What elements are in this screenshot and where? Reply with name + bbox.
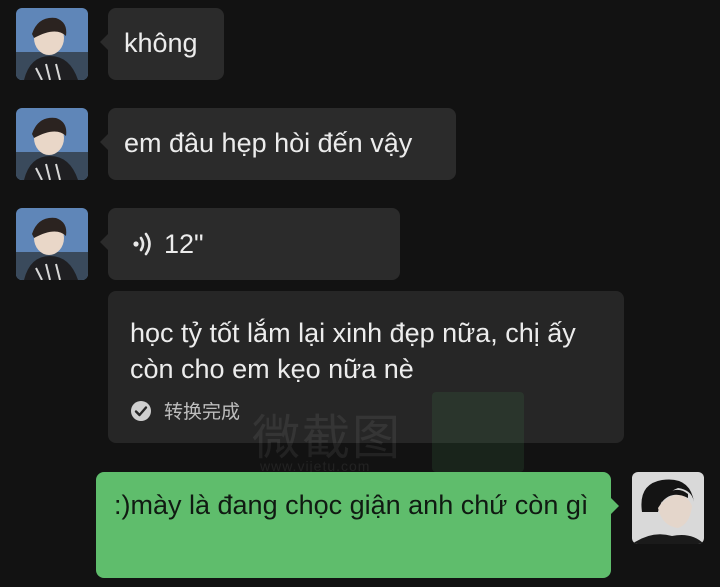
check-circle-icon xyxy=(131,400,151,421)
message-text: em đâu hẹp hòi đến vậy xyxy=(124,128,413,158)
message-bubble-text[interactable]: em đâu hẹp hòi đến vậy xyxy=(100,108,456,180)
message-text: không xyxy=(124,28,198,58)
transcript-status-label: 转换完成 xyxy=(164,402,241,423)
message-text: :)mày là đang chọc giận anh chứ còn gì xyxy=(114,490,589,520)
transcript-text: học tỷ tốt lắm lại xinh đẹp nữa, chị ấy … xyxy=(130,318,576,384)
contact-avatar[interactable] xyxy=(16,208,88,280)
transcript-status: 转换完成 xyxy=(130,397,602,424)
message-bubble-khong[interactable]: không xyxy=(100,8,224,80)
my-avatar[interactable] xyxy=(632,472,704,544)
contact-avatar[interactable] xyxy=(16,8,88,80)
voice-wave-icon xyxy=(133,232,151,256)
voice-transcript-panel[interactable]: học tỷ tốt lắm lại xinh đẹp nữa, chị ấy … xyxy=(108,291,624,443)
voice-duration: 12" xyxy=(164,229,204,259)
outgoing-message-bubble[interactable]: :)mày là đang chọc giận anh chứ còn gì xyxy=(96,472,619,578)
voice-message-bubble[interactable]: 12" xyxy=(100,208,400,280)
contact-avatar[interactable] xyxy=(16,108,88,180)
